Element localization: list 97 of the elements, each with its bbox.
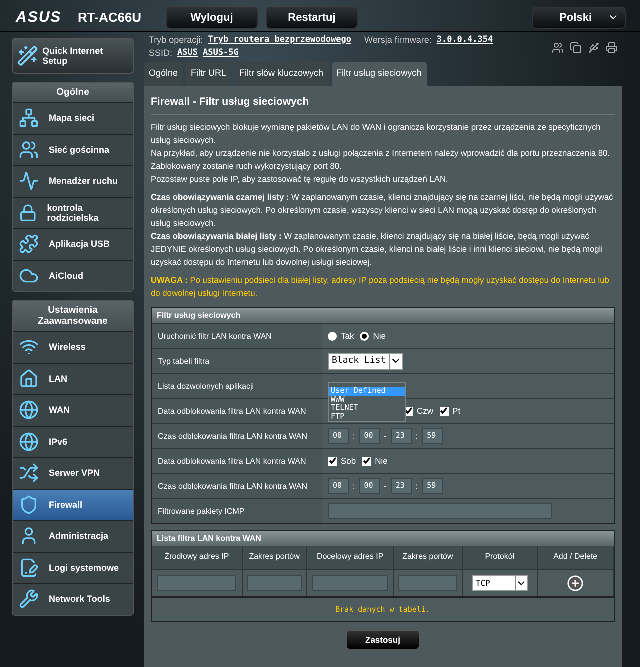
- radio-button[interactable]: [360, 332, 370, 341]
- globe-icon: [19, 432, 39, 452]
- table-input-field[interactable]: [398, 575, 458, 592]
- tab[interactable]: Ogólne: [144, 62, 184, 86]
- time-separator: :: [353, 432, 356, 441]
- info-label: Wersja firmware:: [364, 35, 432, 45]
- time-separator: :: [416, 432, 418, 441]
- setting-label: Czas odblokowania filtra LAN kontra WAN: [152, 424, 322, 448]
- puzzle-icon: [19, 234, 39, 254]
- icmp-input-field[interactable]: [328, 503, 552, 520]
- sidebar-item[interactable]: Mapa sieci: [13, 102, 133, 134]
- header-button[interactable]: Wyloguj: [166, 6, 258, 28]
- add-icon[interactable]: [567, 574, 584, 592]
- language-select[interactable]: Polski: [532, 6, 626, 28]
- section-header: Filtr usług sieciowych: [152, 308, 614, 324]
- ssid-link[interactable]: ASUS: [178, 48, 198, 58]
- day-label: Pt: [452, 406, 461, 416]
- printer-icon[interactable]: [606, 42, 618, 54]
- day-label: Czw: [417, 406, 434, 416]
- table-input-field[interactable]: [312, 575, 388, 592]
- column-header: Zakres portów: [242, 546, 308, 570]
- table-input-field[interactable]: [157, 575, 236, 592]
- activity-icon: [19, 171, 39, 192]
- radio-label: Tak: [341, 331, 354, 342]
- sidebar-item[interactable]: Sieć gościnna: [13, 134, 133, 165]
- info-label: SSID:: [149, 48, 173, 58]
- menu-section-title: Ustawienia Zaawansowane: [13, 301, 133, 331]
- day-label: Nie: [375, 456, 388, 466]
- column-header: Zakres portów: [394, 546, 463, 570]
- menu-section-title: Ogólne: [13, 83, 133, 102]
- sidebar-item[interactable]: LAN: [13, 362, 133, 394]
- sidebar-item[interactable]: Network Tools: [13, 583, 133, 614]
- page-title: Firewall - Filtr usług sieciowych: [151, 92, 615, 115]
- table-input-field[interactable]: [246, 575, 302, 592]
- time-separator: :: [353, 482, 356, 491]
- sidebar-item[interactable]: Serwer VPN: [13, 457, 133, 488]
- info-label: Tryb operacji:: [149, 35, 204, 45]
- sidebar-item[interactable]: kontrola rodzicielska: [13, 196, 133, 228]
- sidebar-item[interactable]: Aplikacja USB: [13, 228, 133, 260]
- setting-label: Czas odblokowania filtra LAN kontra WAN: [152, 474, 322, 498]
- tab[interactable]: Filtr słów kluczowych: [234, 62, 329, 86]
- time-separator: :: [416, 482, 418, 491]
- checkbox[interactable]: [328, 456, 337, 466]
- edit-icon: [19, 558, 39, 578]
- setting-label: Typ tabeli filtra: [152, 349, 322, 374]
- setting-label: Data odblokowania filtra LAN kontra WAN: [152, 449, 322, 474]
- sidebar-item[interactable]: Firewall: [13, 488, 133, 520]
- operation-mode-link[interactable]: Tryb routera bezprzewodowego: [208, 35, 352, 45]
- sidebar-item[interactable]: IPv6: [13, 426, 133, 457]
- sidebar-item[interactable]: AiCloud: [13, 260, 133, 291]
- house-icon: [19, 368, 39, 389]
- warning-text: UWAGA : Po ustawieniu podsieci dla białej listy, adresy IP poza podsiecią nie będą mogły uzyskać dostępu do Internetu lub do dowolnej usługi Internetu.: [151, 274, 610, 300]
- usb-icon[interactable]: [588, 42, 600, 54]
- clients-icon[interactable]: [552, 42, 564, 54]
- model-name: RT-AC66U: [78, 10, 143, 25]
- radio-button[interactable]: [328, 332, 337, 341]
- setting-label: Data odblokowania filtra LAN kontra WAN: [152, 399, 322, 424]
- wrench-icon: [19, 589, 39, 610]
- sidebar-item[interactable]: Logi systemowe: [13, 552, 133, 583]
- column-header: Add / Delete: [538, 546, 614, 570]
- globe-icon: [19, 400, 39, 420]
- lock-icon: [19, 202, 38, 223]
- description-text: Filtr usług sieciowych blokuje wymianę pakietów LAN do WAN i ogranicza korzystanie przez urządzenia ze specyficznych usług sieciowych. Na przykład, aby urządzenie nie korzystało z usługi połączenia z Internetem należy wprowadzić dla portu przeznaczenia 80. Zablokowany zostanie ruch wykorzystujący port 80. Pozostaw puste pole IP, aby zastosować tę regułę do wszystkich urządzeń LAN.: [151, 121, 612, 186]
- wand-icon: [17, 45, 39, 67]
- header-button[interactable]: Restartuj: [266, 6, 358, 28]
- users-icon: [19, 140, 39, 160]
- arrows-icon: [19, 463, 39, 484]
- protocol-select[interactable]: TCP: [472, 575, 528, 592]
- tab[interactable]: Filtr URL: [186, 62, 232, 86]
- setting-label: Uruchomić filtr LAN kontra WAN: [152, 324, 322, 348]
- filter-type-select[interactable]: Black List: [328, 352, 404, 370]
- ssid-link[interactable]: ASUS-5G: [203, 48, 239, 58]
- shield-icon: [19, 494, 39, 515]
- description-text: Czas obowiązywania czarnej listy : W zaplanowanym czasie, klienci znajdujący się na czarnej liści, nie będą mogli używać określonych usług sieciowych. Po określonym czasie, wszyscy klienci w sieci LAN mogą uzyskać dostęp do określonych usług sieciowych. Czas obowiązywania białej listy : W zaplanowanym czasie, klienci znajdujący się na białej liście, będą mogli używać JEDYNIE określonych usług sieciowych. Po określonym czasie, klienci na białej liście i inni klienci sieciowi, nie będą mogli uzyskać dostępu do Internetu lub dowolnej usługi sieciowej.: [151, 191, 614, 270]
- day-label: Sob: [341, 456, 356, 466]
- checkbox[interactable]: [362, 456, 372, 466]
- column-header: Protokół: [462, 546, 538, 570]
- checkbox[interactable]: [440, 406, 449, 416]
- section-header: Lista filtra LAN kontra WAN: [152, 531, 614, 546]
- network-icon: [19, 108, 39, 128]
- sidebar-item[interactable]: Administracja: [13, 520, 133, 552]
- setting-label: Lista dozwolonych aplikacji: [152, 374, 322, 398]
- column-header: Źrodłowy adres IP: [152, 546, 243, 570]
- time-separator: -: [384, 432, 387, 441]
- radio-label: Nie: [373, 331, 386, 342]
- copy-icon[interactable]: [570, 42, 582, 54]
- time-separator: -: [384, 482, 387, 491]
- apply-button[interactable]: Zastosuj: [346, 630, 420, 650]
- column-header: Docelowy adres IP: [307, 546, 394, 570]
- sidebar-item[interactable]: Menadżer ruchu: [13, 165, 133, 196]
- firmware-link[interactable]: 3.0.0.4.354: [436, 35, 494, 45]
- sidebar-item[interactable]: WAN: [13, 394, 133, 426]
- quick-setup-button[interactable]: Quick Internet Setup: [12, 38, 134, 74]
- setting-label: Filtrowane pakiety ICMP: [152, 499, 322, 524]
- tab[interactable]: Filtr usług sieciowych: [332, 62, 427, 86]
- sidebar-item[interactable]: Wireless: [13, 331, 133, 362]
- brand-logo: ASUS: [16, 9, 63, 26]
